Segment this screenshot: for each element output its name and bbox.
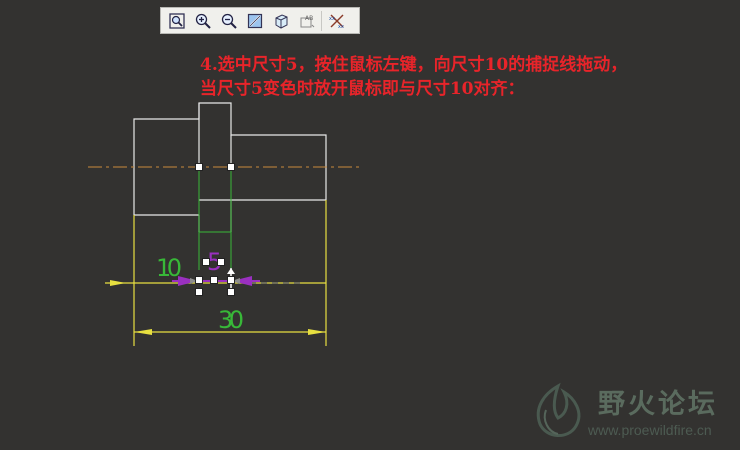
dimension-30[interactable]: 30	[134, 306, 326, 335]
watermark-name: 野火论坛	[598, 389, 718, 420]
dimension-30-text: 30	[218, 306, 244, 334]
left-dim-arrow	[110, 280, 126, 286]
watermark-url: www.proewildfire.cn	[588, 422, 712, 438]
watermark: 野火论坛 www.proewildfire.cn	[526, 380, 736, 444]
flame-logo-icon	[536, 382, 581, 437]
